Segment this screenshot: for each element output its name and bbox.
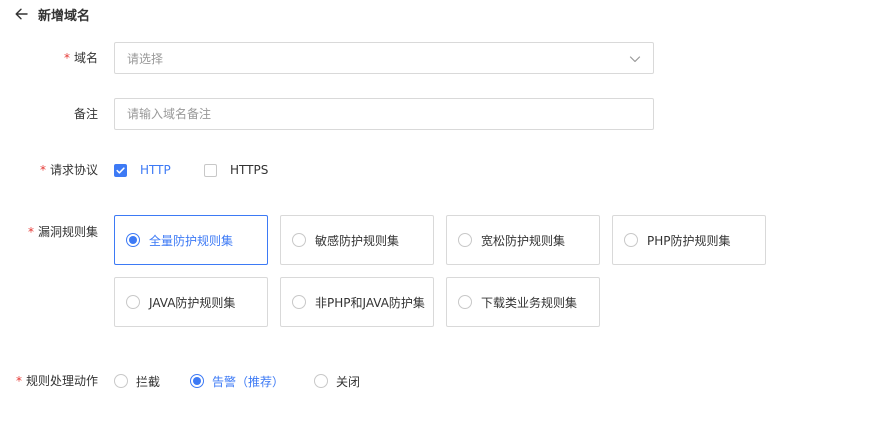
action-radio-alert[interactable]: 告警（推荐） xyxy=(190,373,284,389)
action-radio-block[interactable]: 拦截 xyxy=(114,373,160,389)
ruleset-card-label: 敏感防护规则集 xyxy=(315,233,400,248)
ruleset-card-label: 非PHP和JAVA防护集 xyxy=(315,295,425,310)
ruleset-card-java[interactable]: JAVA防护规则集 xyxy=(114,277,268,327)
radio-checked-icon[interactable] xyxy=(190,374,204,388)
required-asterisk: * xyxy=(39,163,46,177)
checkbox-label: HTTP xyxy=(140,163,171,177)
chevron-down-icon xyxy=(629,53,641,65)
protocol-label: * 请求协议 xyxy=(39,163,98,177)
page-title: 新增域名 xyxy=(38,8,91,24)
domain-select[interactable]: 请选择 xyxy=(114,42,654,74)
radio-unchecked-icon xyxy=(126,295,140,309)
action-radio-label: 关闭 xyxy=(336,374,361,389)
radio-unchecked-icon[interactable] xyxy=(314,374,328,388)
domain-label: * 域名 xyxy=(63,51,98,65)
checkbox-label: HTTPS xyxy=(230,163,269,177)
ruleset-card-sensitive[interactable]: 敏感防护规则集 xyxy=(280,215,434,265)
checkbox-checked-icon[interactable] xyxy=(114,163,127,177)
radio-unchecked-icon[interactable] xyxy=(114,374,128,388)
radio-unchecked-icon xyxy=(458,233,472,247)
required-asterisk: * xyxy=(15,374,22,388)
checkbox-unchecked-icon[interactable] xyxy=(204,163,217,177)
required-asterisk: * xyxy=(63,51,70,65)
ruleset-card-php[interactable]: PHP防护规则集 xyxy=(612,215,766,265)
ruleset-card-download[interactable]: 下载类业务规则集 xyxy=(446,277,600,327)
radio-unchecked-icon xyxy=(458,295,472,309)
ruleset-card-label: PHP防护规则集 xyxy=(647,233,731,248)
radio-unchecked-icon xyxy=(624,233,638,247)
action-radio-label: 拦截 xyxy=(136,374,161,389)
remark-label: 备注 xyxy=(73,107,98,121)
checkbox-http[interactable]: HTTP xyxy=(114,162,171,178)
domain-select-placeholder: 请选择 xyxy=(127,51,164,66)
ruleset-card-full[interactable]: 全量防护规则集 xyxy=(114,215,268,265)
action-radio-label: 告警（推荐） xyxy=(212,374,285,389)
ruleset-card-non-php-java[interactable]: 非PHP和JAVA防护集 xyxy=(280,277,434,327)
ruleset-label: * 漏洞规则集 xyxy=(27,225,98,239)
radio-unchecked-icon xyxy=(292,295,306,309)
ruleset-card-label: 宽松防护规则集 xyxy=(481,233,566,248)
arrow-left-icon[interactable] xyxy=(14,7,28,21)
radio-unchecked-icon xyxy=(292,233,306,247)
required-asterisk: * xyxy=(27,225,34,239)
action-label: * 规则处理动作 xyxy=(15,374,98,388)
ruleset-card-label: JAVA防护规则集 xyxy=(149,295,236,310)
ruleset-card-loose[interactable]: 宽松防护规则集 xyxy=(446,215,600,265)
ruleset-card-label: 全量防护规则集 xyxy=(149,233,234,248)
action-radio-off[interactable]: 关闭 xyxy=(314,373,360,389)
ruleset-card-label: 下载类业务规则集 xyxy=(481,295,578,310)
remark-input[interactable] xyxy=(114,98,654,130)
radio-checked-icon xyxy=(126,233,140,247)
checkbox-https[interactable]: HTTPS xyxy=(204,162,268,178)
page-header: 新增域名 xyxy=(14,4,90,24)
